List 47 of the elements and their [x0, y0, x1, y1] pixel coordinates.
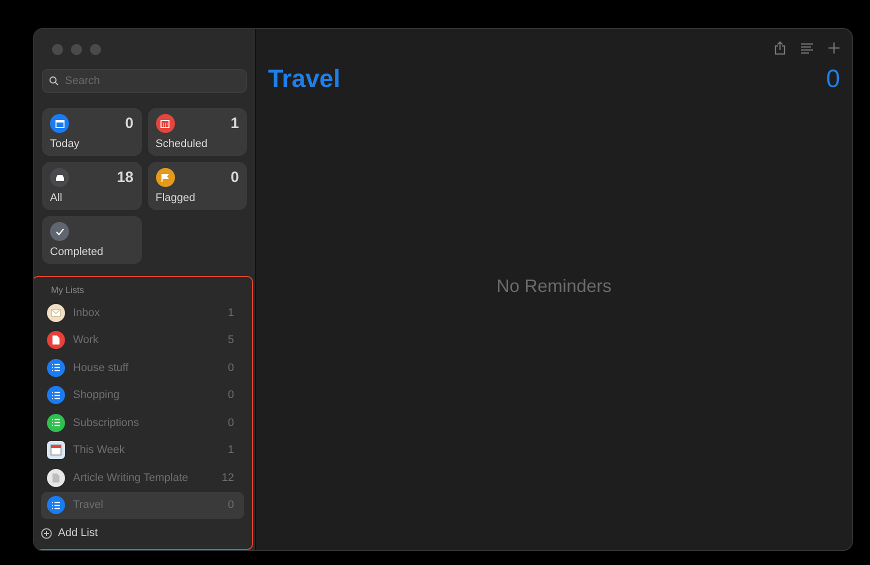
card-label: Completed — [50, 246, 104, 258]
list-item[interactable]: Inbox 1 — [41, 299, 244, 326]
add-button[interactable] — [828, 42, 840, 54]
list-name: Subscriptions — [73, 416, 140, 429]
lines-icon — [800, 42, 814, 54]
card-label: Today — [50, 138, 80, 150]
list-item[interactable]: Shopping 0 — [41, 382, 244, 409]
list-count: 1 — [228, 306, 234, 319]
list-count: 0 — [228, 416, 234, 429]
list-title: Travel — [268, 65, 340, 94]
smart-list-card[interactable]: 0 Today — [42, 108, 142, 156]
card-count: 18 — [116, 169, 134, 186]
list-item[interactable]: Work 5 — [41, 326, 244, 354]
card-count: 1 — [230, 115, 239, 132]
card-count: 0 — [230, 169, 239, 186]
list-count: 5 — [228, 334, 234, 346]
share-icon — [774, 41, 786, 55]
list-name: House stuff — [73, 362, 130, 374]
list-count: 0 — [228, 389, 234, 402]
plus-circle-icon — [41, 528, 52, 538]
list-count: 12 — [222, 472, 234, 484]
card-label: Scheduled — [156, 138, 208, 150]
smart-list-card[interactable]: Completed — [42, 216, 142, 264]
card-label: All — [50, 192, 64, 204]
list-name: Shopping — [73, 389, 120, 402]
card-label: Flagged — [156, 192, 196, 204]
sort-button[interactable] — [800, 42, 814, 54]
section-heading: My Lists — [50, 285, 86, 295]
smart-list-card[interactable]: 18 All — [42, 162, 142, 210]
list-name: This Week — [73, 444, 126, 456]
add-list-button[interactable]: Add List — [41, 519, 98, 543]
list-name: Work — [73, 334, 100, 346]
list-item[interactable]: House stuff 0 — [41, 354, 244, 382]
list-item[interactable]: Article Writing Template 12 — [41, 464, 244, 492]
list-name: Inbox — [73, 306, 101, 319]
smart-list-card[interactable]: 1 Scheduled — [148, 108, 247, 156]
list-item[interactable]: Subscriptions 0 — [41, 409, 244, 436]
list-item[interactable]: This Week 1 — [41, 436, 244, 464]
card-count: 0 — [125, 115, 134, 132]
list-count: 1 — [228, 444, 234, 456]
empty-message: No Reminders — [496, 276, 612, 297]
share-button[interactable] — [774, 41, 786, 55]
smart-list-card[interactable]: 0 Flagged — [148, 162, 247, 210]
plus-icon — [828, 42, 840, 54]
list-count: 0 — [228, 362, 234, 374]
list-name: Article Writing Template — [73, 472, 190, 484]
reminder-count: 0 — [826, 65, 840, 94]
